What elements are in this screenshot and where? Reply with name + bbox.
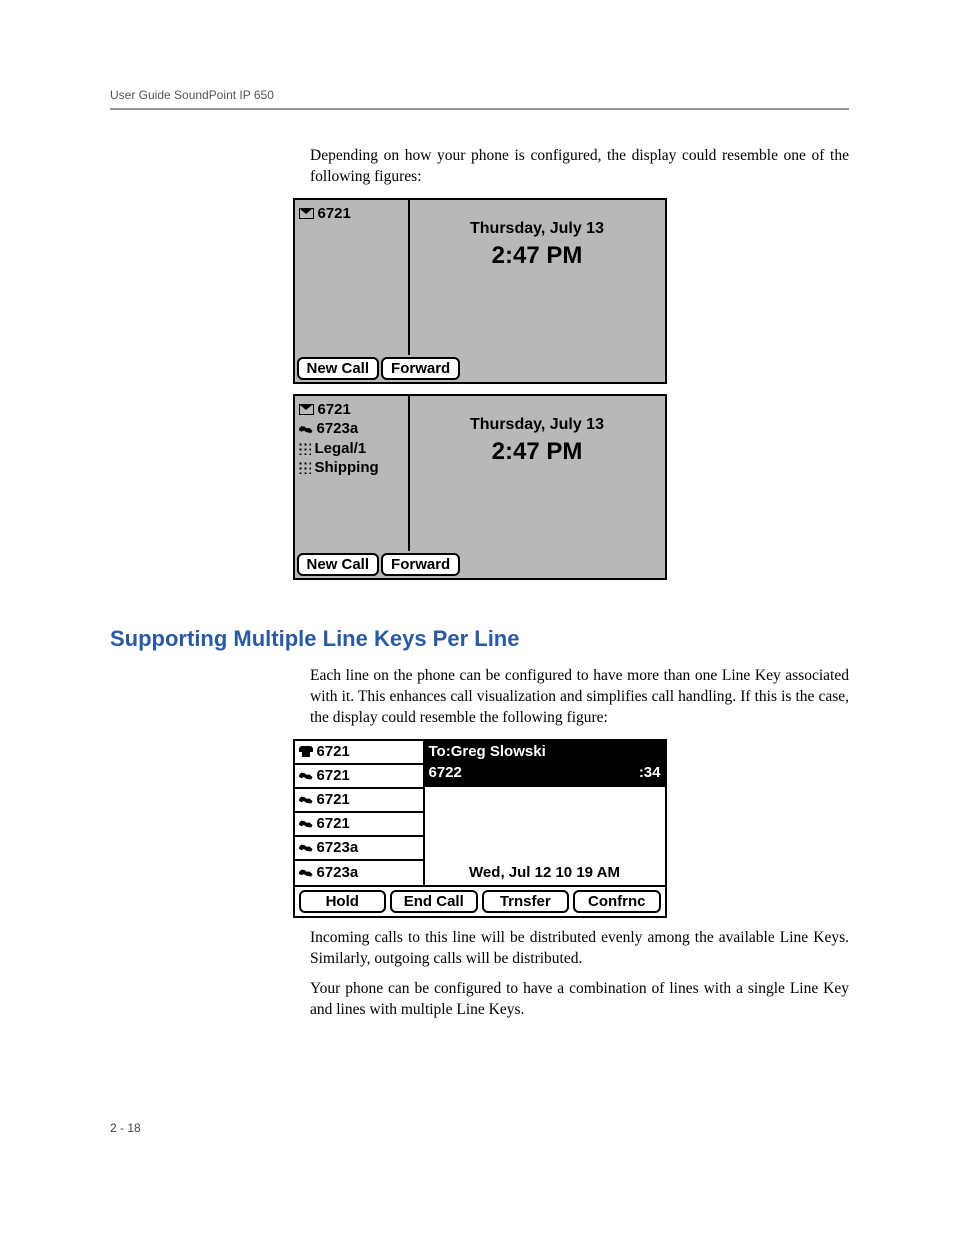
closing-paragraph-1: Incoming calls to this line will be dist… — [310, 928, 849, 970]
phone-screen-1: 6721 Thursday, July 13 2:47 PM New Call … — [293, 198, 667, 384]
softkey-forward[interactable]: Forward — [381, 553, 460, 576]
line-entry: 6723a — [299, 419, 404, 439]
phone-icon — [299, 868, 313, 878]
line-label: 6721 — [317, 791, 350, 808]
idle-date: Thursday, July 13 — [410, 416, 665, 434]
active-call-to: To:Greg Slowski — [425, 741, 665, 764]
intro-paragraph: Depending on how your phone is configure… — [310, 146, 849, 188]
softkey-transfer[interactable]: Trnsfer — [482, 890, 570, 913]
line-entry: 6723a — [295, 837, 423, 861]
phone-screen-3: 6721 6721 6721 6721 — [293, 739, 667, 918]
phone-icon — [299, 819, 313, 829]
softkey-new-call[interactable]: New Call — [297, 357, 380, 380]
softkey-conference[interactable]: Confrnc — [573, 890, 661, 913]
running-header: User Guide SoundPoint IP 650 — [110, 88, 849, 110]
active-call-number: 6722 — [429, 764, 462, 783]
line-label: 6723a — [317, 419, 359, 439]
softkey-forward[interactable]: Forward — [381, 357, 460, 380]
grid-icon — [299, 462, 311, 474]
line-label: 6723a — [317, 864, 359, 881]
phone-icon — [299, 843, 313, 853]
line-entry: Legal/1 — [299, 439, 404, 459]
line-label: 6721 — [318, 204, 351, 224]
phone-icon — [299, 795, 313, 805]
grid-icon — [299, 443, 311, 455]
idle-time: 2:47 PM — [410, 438, 665, 466]
handset-icon — [299, 746, 313, 757]
phone-screen-2: 6721 6723a Legal/1 Shipping — [293, 394, 667, 580]
idle-time: 2:47 PM — [410, 242, 665, 270]
line-list: 6721 6721 6721 6721 — [295, 741, 425, 885]
idle-date-time: Wed, Jul 12 10 19 AM — [425, 860, 665, 885]
line-list: 6721 6723a Legal/1 Shipping — [295, 396, 410, 551]
line-label: 6721 — [318, 400, 351, 420]
softkey-new-call[interactable]: New Call — [297, 553, 380, 576]
line-entry: 6723a — [295, 861, 423, 885]
line-label: 6721 — [317, 767, 350, 784]
line-entry: 6721 — [295, 789, 423, 813]
envelope-icon — [299, 208, 314, 219]
phone-icon — [299, 771, 313, 781]
line-label: 6721 — [317, 743, 350, 760]
phone-icon — [299, 424, 313, 434]
line-entry: 6721 — [295, 741, 423, 765]
line-label: 6721 — [317, 815, 350, 832]
page-number: 2 - 18 — [110, 1121, 141, 1135]
line-list: 6721 — [295, 200, 410, 355]
line-label: 6723a — [317, 839, 359, 856]
section-heading: Supporting Multiple Line Keys Per Line — [110, 626, 849, 652]
line-entry: 6721 — [299, 204, 404, 224]
closing-paragraph-2: Your phone can be configured to have a c… — [310, 979, 849, 1021]
envelope-icon — [299, 404, 314, 415]
line-entry: 6721 — [299, 400, 404, 420]
softkey-end-call[interactable]: End Call — [390, 890, 478, 913]
idle-date: Thursday, July 13 — [410, 220, 665, 238]
line-entry: 6721 — [295, 765, 423, 789]
line-label: Legal/1 — [315, 439, 367, 459]
line-label: Shipping — [315, 458, 379, 478]
line-entry: Shipping — [299, 458, 404, 478]
line-entry: 6721 — [295, 813, 423, 837]
section-paragraph: Each line on the phone can be configured… — [310, 666, 849, 729]
active-call-duration: :34 — [639, 764, 661, 783]
softkey-hold[interactable]: Hold — [299, 890, 387, 913]
